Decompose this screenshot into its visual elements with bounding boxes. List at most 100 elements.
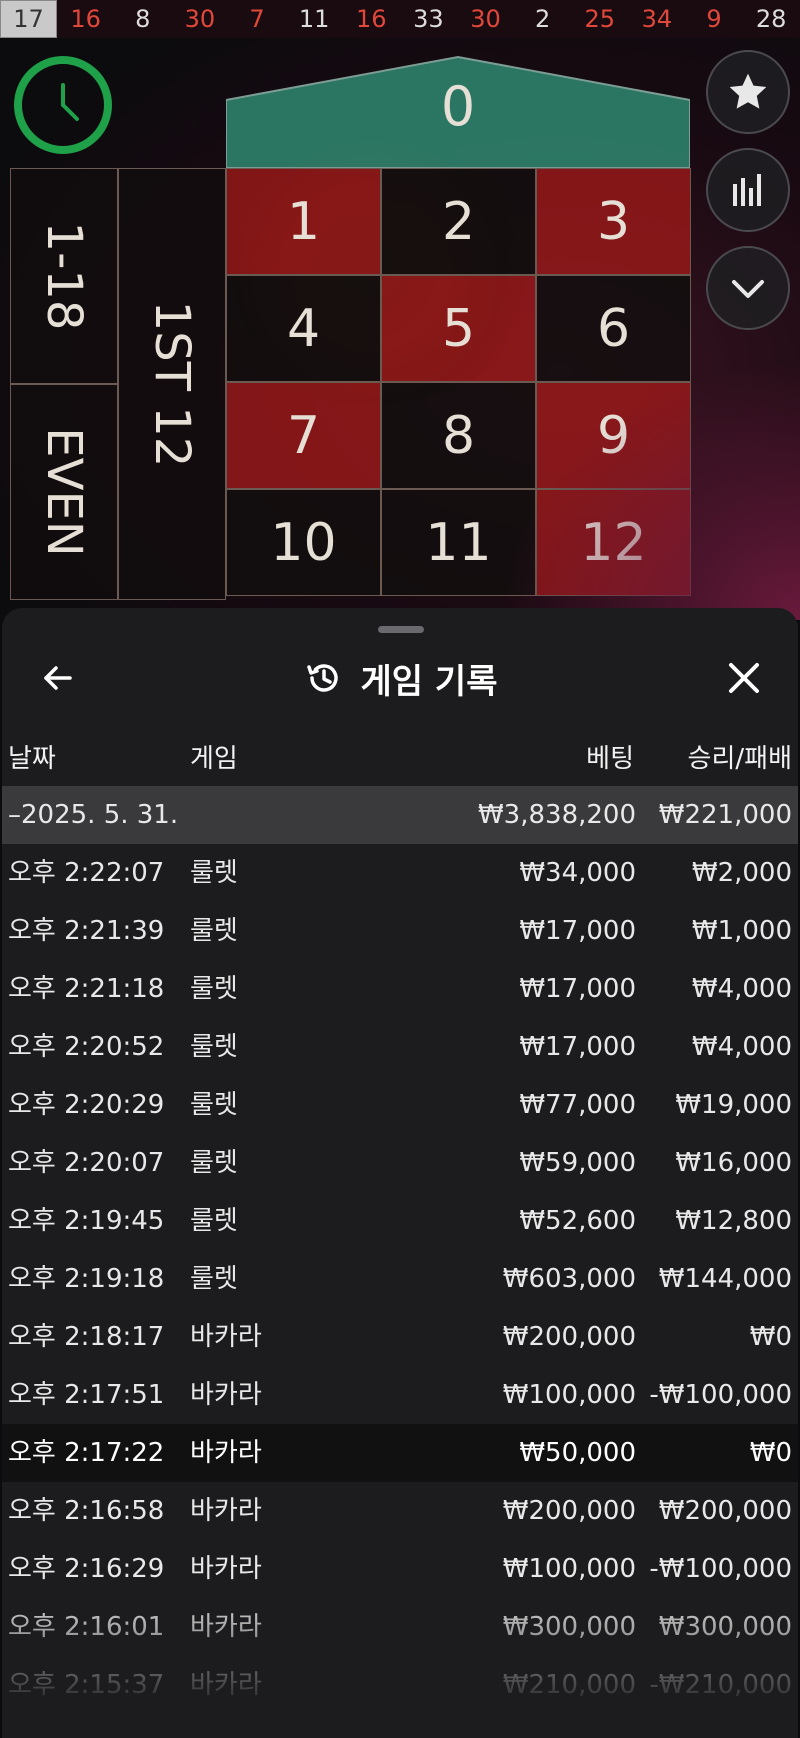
number-history-bar: 17 16 8 30 7 11 16 33 30 2 25 34 9 28 bbox=[0, 0, 800, 38]
history-row[interactable]: 오후 2:22:07 룰렛 ₩34,000 ₩2,000 bbox=[2, 844, 798, 902]
row-date: 오후 2:17:22 bbox=[8, 1438, 165, 1468]
summary-bet-total: ₩3,838,200 bbox=[477, 800, 636, 830]
row-date: 오후 2:20:07 bbox=[8, 1148, 165, 1178]
bet-1-18-label: 1-18 bbox=[36, 221, 92, 331]
history-row[interactable]: 오후 2:18:17 바카라 ₩200,000 ₩0 bbox=[2, 1308, 798, 1366]
history-number: 11 bbox=[298, 5, 330, 33]
number-cell[interactable]: 11 bbox=[381, 489, 536, 596]
column-header-bet: 베팅 bbox=[586, 744, 634, 774]
history-row[interactable]: 오후 2:19:45 룰렛 ₩52,600 ₩12,800 bbox=[2, 1192, 798, 1250]
row-date: 오후 2:22:07 bbox=[8, 858, 165, 888]
chevron-down-icon bbox=[732, 280, 764, 298]
row-bet: ₩200,000 bbox=[502, 1496, 636, 1526]
number-cell[interactable]: 4 bbox=[226, 275, 381, 382]
number-cell[interactable]: 5 bbox=[381, 275, 536, 382]
close-button[interactable] bbox=[716, 650, 772, 706]
close-icon bbox=[729, 663, 759, 693]
sheet-title: 게임 기록 bbox=[2, 650, 798, 706]
row-date: 오후 2:20:29 bbox=[8, 1090, 165, 1120]
row-bet: ₩77,000 bbox=[519, 1090, 636, 1120]
row-bet: ₩52,600 bbox=[519, 1206, 636, 1236]
history-number: 25 bbox=[584, 5, 616, 33]
row-bet: ₩17,000 bbox=[519, 916, 636, 946]
history-row[interactable]: 오후 2:16:58 바카라 ₩200,000 ₩200,000 bbox=[2, 1482, 798, 1540]
number-cell[interactable]: 6 bbox=[536, 275, 691, 382]
date-summary-row[interactable]: –2025. 5. 31. ₩3,838,200 ₩221,000 bbox=[2, 786, 798, 844]
row-bet: ₩200,000 bbox=[502, 1322, 636, 1352]
bet-1st-12[interactable]: 1ST 12 bbox=[118, 168, 226, 600]
row-win-loss: ₩144,000 bbox=[658, 1264, 792, 1294]
row-date: 오후 2:16:58 bbox=[8, 1496, 165, 1526]
row-win-loss: ₩2,000 bbox=[691, 858, 792, 888]
row-win-loss: ₩1,000 bbox=[691, 916, 792, 946]
column-header-date: 날짜 bbox=[8, 744, 56, 774]
history-number: 7 bbox=[249, 5, 265, 33]
collapse-button[interactable] bbox=[706, 246, 790, 330]
history-number-latest: 17 bbox=[0, 0, 58, 38]
row-bet: ₩34,000 bbox=[519, 858, 636, 888]
history-number: 30 bbox=[184, 5, 216, 33]
bet-1-18[interactable]: 1-18 bbox=[10, 168, 118, 384]
sheet-drag-handle[interactable] bbox=[378, 626, 424, 633]
zero-label: 0 bbox=[440, 75, 476, 138]
bet-1st-12-label: 1ST 12 bbox=[144, 300, 200, 468]
number-cell[interactable]: 10 bbox=[226, 489, 381, 596]
row-game: 룰렛 bbox=[190, 916, 238, 946]
bar-chart-icon bbox=[733, 174, 761, 206]
favorites-button[interactable] bbox=[706, 50, 790, 134]
column-header-game: 게임 bbox=[190, 744, 238, 774]
number-cell[interactable]: 12 bbox=[536, 489, 691, 596]
roulette-table-background: 17 16 8 30 7 11 16 33 30 2 25 34 9 28 0 1-18 EVEN 1ST… bbox=[0, 0, 800, 620]
history-number: 30 bbox=[470, 5, 501, 33]
row-date: 오후 2:18:17 bbox=[8, 1322, 165, 1352]
row-game: 룰렛 bbox=[190, 974, 238, 1004]
row-bet: ₩17,000 bbox=[519, 974, 636, 1004]
row-win-loss: -₩100,000 bbox=[649, 1380, 792, 1410]
row-game: 바카라 bbox=[190, 1496, 262, 1526]
row-win-loss: ₩0 bbox=[749, 1438, 792, 1468]
history-row[interactable]: 오후 2:19:18 룰렛 ₩603,000 ₩144,000 bbox=[2, 1250, 798, 1308]
history-row[interactable]: 오후 2:21:18 룰렛 ₩17,000 ₩4,000 bbox=[2, 960, 798, 1018]
number-cell[interactable]: 3 bbox=[536, 168, 691, 275]
history-row[interactable]: 오후 2:20:07 룰렛 ₩59,000 ₩16,000 bbox=[2, 1134, 798, 1192]
history-row[interactable]: 오후 2:20:52 룰렛 ₩17,000 ₩4,000 bbox=[2, 1018, 798, 1076]
row-game: 룰렛 bbox=[190, 858, 238, 888]
number-cell[interactable]: 8 bbox=[381, 382, 536, 489]
row-date: 오후 2:19:18 bbox=[8, 1264, 165, 1294]
row-game: 룰렛 bbox=[190, 1148, 238, 1178]
statistics-button[interactable] bbox=[706, 148, 790, 232]
row-win-loss: ₩16,000 bbox=[675, 1148, 792, 1178]
row-game: 룰렛 bbox=[190, 1032, 238, 1062]
number-cell[interactable]: 9 bbox=[536, 382, 691, 489]
row-game: 룰렛 bbox=[190, 1206, 238, 1236]
row-game: 룰렛 bbox=[190, 1264, 238, 1294]
summary-win-total: ₩221,000 bbox=[658, 800, 792, 830]
row-win-loss: ₩0 bbox=[749, 1322, 792, 1352]
row-bet: ₩50,000 bbox=[519, 1438, 636, 1468]
history-number: 16 bbox=[70, 5, 101, 33]
bet-even-label: EVEN bbox=[36, 427, 92, 557]
row-win-loss: ₩4,000 bbox=[691, 1032, 792, 1062]
game-history-sheet: 게임 기록 날짜 게임 베팅 승리/패배 –2025. 5. 31. ₩3,83… bbox=[2, 608, 798, 1738]
number-cell[interactable]: 7 bbox=[226, 382, 381, 489]
bet-even[interactable]: EVEN bbox=[10, 384, 118, 600]
row-bet: ₩603,000 bbox=[502, 1264, 636, 1294]
star-icon bbox=[729, 73, 767, 109]
number-cell[interactable]: 1 bbox=[226, 168, 381, 275]
row-game: 바카라 bbox=[190, 1322, 262, 1352]
row-game: 룰렛 bbox=[190, 1090, 238, 1120]
clock-icon bbox=[61, 83, 79, 121]
history-row[interactable]: 오후 2:21:39 룰렛 ₩17,000 ₩1,000 bbox=[2, 902, 798, 960]
row-bet: ₩17,000 bbox=[519, 1032, 636, 1062]
history-row[interactable]: 오후 2:17:51 바카라 ₩100,000 -₩100,000 bbox=[2, 1366, 798, 1424]
row-win-loss: ₩4,000 bbox=[691, 974, 792, 1004]
history-row[interactable]: 오후 2:20:29 룰렛 ₩77,000 ₩19,000 bbox=[2, 1076, 798, 1134]
history-icon bbox=[306, 664, 338, 692]
row-game: 바카라 bbox=[190, 1438, 262, 1468]
row-date: 오후 2:21:18 bbox=[8, 974, 165, 1004]
row-date: 오후 2:20:52 bbox=[8, 1032, 165, 1062]
row-date: 오후 2:19:45 bbox=[8, 1206, 165, 1236]
number-cell[interactable]: 2 bbox=[381, 168, 536, 275]
history-row[interactable]: 오후 2:17:22 바카라 ₩50,000 ₩0 bbox=[2, 1424, 798, 1482]
row-win-loss: ₩12,800 bbox=[675, 1206, 792, 1236]
